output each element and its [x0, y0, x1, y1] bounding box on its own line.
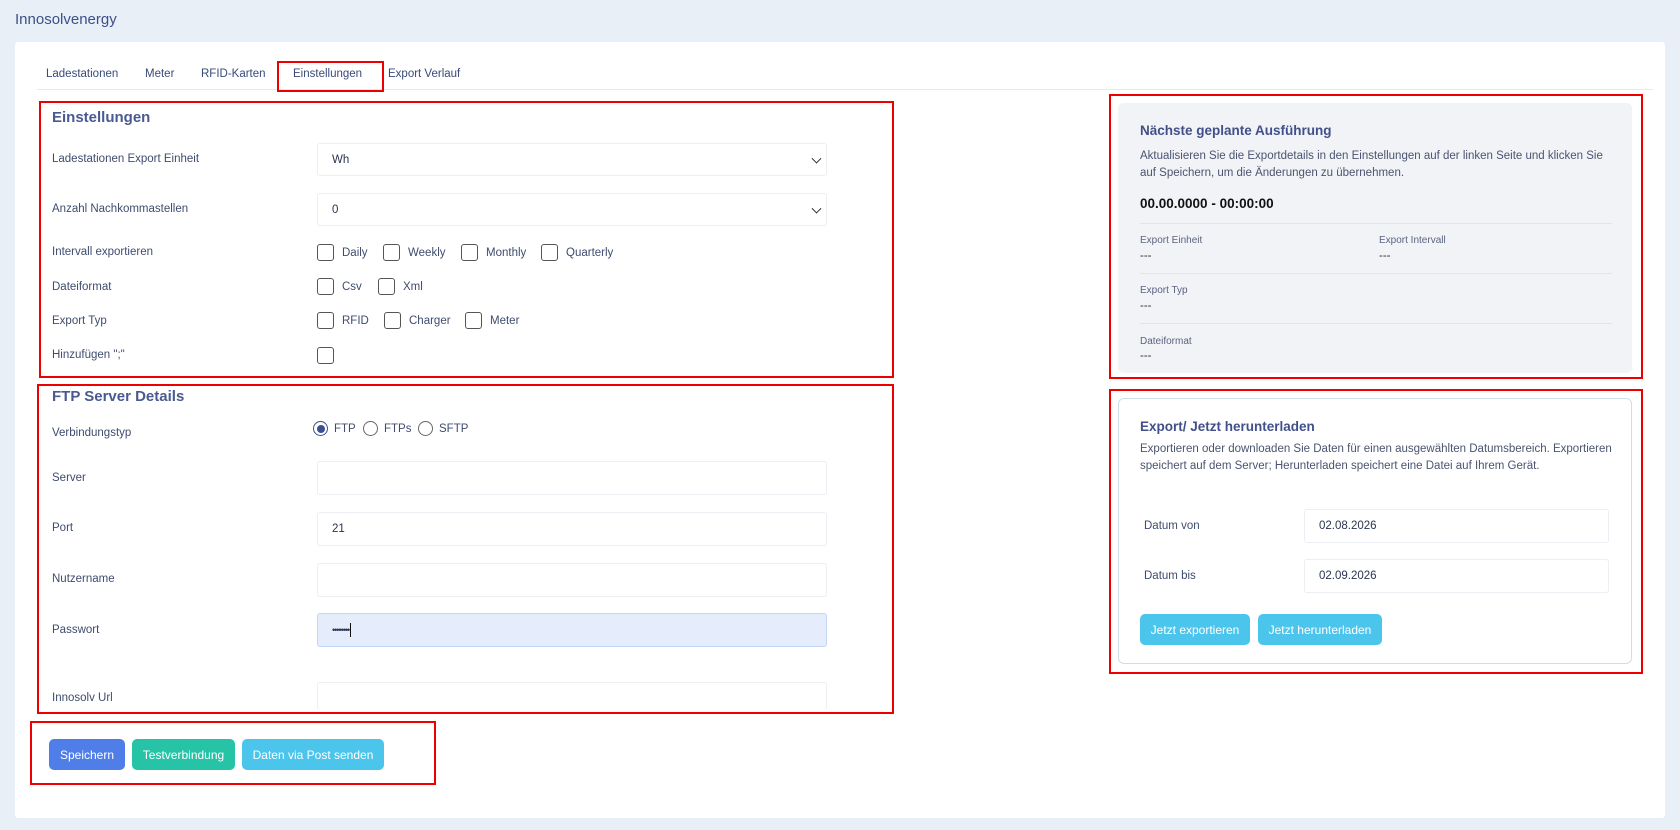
file-format-info-value: ---	[1140, 350, 1152, 362]
next-run-title: Nächste geplante Ausführung	[1140, 123, 1332, 138]
tab-ladestationen[interactable]: Ladestationen	[46, 58, 118, 90]
export-now-text: Exportieren oder downloaden Sie Daten fü…	[1140, 443, 1612, 472]
innosolv-url-label: Innosolv Url	[52, 692, 113, 704]
interval-weekly-option[interactable]: Weekly	[383, 244, 446, 261]
ftp-title: FTP Server Details	[52, 388, 185, 405]
export-type-info-label: Export Typ	[1140, 285, 1188, 296]
export-interval-info-label: Export Intervall	[1379, 235, 1446, 246]
export-unit-info-label: Export Einheit	[1140, 235, 1203, 246]
checkbox[interactable]	[317, 312, 334, 329]
checkbox[interactable]	[317, 278, 334, 295]
test-connection-button[interactable]: Testverbindung	[132, 739, 235, 770]
text-cursor	[350, 623, 352, 637]
interval-label: Intervall exportieren	[52, 246, 153, 258]
download-now-button[interactable]: Jetzt herunterladen	[1258, 614, 1382, 645]
send-via-post-button[interactable]: Daten via Post senden	[242, 739, 384, 770]
option-label: Weekly	[408, 246, 446, 259]
checkbox[interactable]	[461, 244, 478, 261]
date-from-input[interactable]: 02.08.2026	[1304, 509, 1609, 543]
username-input[interactable]	[317, 563, 827, 597]
tab-rfid-karten[interactable]: RFID-Karten	[201, 58, 266, 90]
interval-monthly-option[interactable]: Monthly	[461, 244, 526, 261]
divider	[1140, 323, 1612, 324]
connection-type-label: Verbindungstyp	[52, 427, 132, 439]
file-format-info-label: Dateiformat	[1140, 336, 1192, 347]
chevron-down-icon	[811, 153, 822, 164]
app-title: Innosolvenergy	[15, 11, 117, 28]
checkbox[interactable]	[383, 244, 400, 261]
radio-sftp-option[interactable]: SFTP	[418, 421, 468, 436]
checkbox[interactable]	[465, 312, 482, 329]
checkbox[interactable]	[317, 244, 334, 261]
radio-ftp-option[interactable]: FTP	[313, 421, 356, 436]
export-type-info-value: ---	[1140, 300, 1152, 312]
checkbox[interactable]	[317, 347, 334, 364]
decimals-value: 0	[332, 203, 339, 216]
file-format-label: Dateiformat	[52, 281, 112, 293]
divider	[1140, 273, 1612, 274]
export-now-button[interactable]: Jetzt exportieren	[1140, 614, 1250, 645]
option-label: Xml	[403, 280, 423, 293]
option-label: Charger	[409, 314, 451, 327]
chevron-down-icon	[811, 203, 822, 214]
option-label: FTPs	[384, 422, 412, 435]
semicolon-label: Hinzufügen ";"	[52, 349, 125, 361]
tab-bar: Ladestationen Meter RFID-Karten Einstell…	[37, 58, 1653, 90]
tab-meter[interactable]: Meter	[145, 58, 174, 90]
password-input[interactable]: ••••••••	[317, 613, 827, 647]
semicolon-option[interactable]	[317, 347, 334, 364]
option-label: RFID	[342, 314, 369, 327]
password-value: ••••••••	[332, 625, 350, 635]
export-type-label: Export Typ	[52, 315, 107, 327]
username-label: Nutzername	[52, 573, 115, 585]
decimals-label: Anzahl Nachkommastellen	[52, 203, 189, 215]
settings-title: Einstellungen	[52, 109, 151, 126]
date-to-label: Datum bis	[1144, 570, 1196, 582]
server-input[interactable]	[317, 461, 827, 495]
option-label: Monthly	[486, 246, 527, 259]
format-xml-option[interactable]: Xml	[378, 278, 423, 295]
save-button[interactable]: Speichern	[49, 739, 125, 770]
option-label: Meter	[490, 314, 520, 327]
export-unit-value: Wh	[332, 153, 350, 166]
option-label: SFTP	[439, 422, 469, 435]
next-run-text: Aktualisieren Sie die Exportdetails in d…	[1140, 150, 1603, 179]
date-from-label: Datum von	[1144, 520, 1200, 532]
port-label: Port	[52, 522, 74, 534]
option-label: Quarterly	[566, 246, 614, 259]
checkbox[interactable]	[541, 244, 558, 261]
radio-button[interactable]	[363, 421, 378, 436]
tab-einstellungen[interactable]: Einstellungen	[293, 58, 362, 90]
option-label: Csv	[342, 280, 362, 293]
radio-ftps-option[interactable]: FTPs	[363, 421, 411, 436]
format-csv-option[interactable]: Csv	[317, 278, 362, 295]
tab-export-verlauf[interactable]: Export Verlauf	[388, 58, 460, 90]
export-unit-select[interactable]: Wh	[317, 143, 827, 176]
password-label: Passwort	[52, 624, 100, 636]
interval-quarterly-option[interactable]: Quarterly	[541, 244, 613, 261]
type-rfid-option[interactable]: RFID	[317, 312, 369, 329]
server-label: Server	[52, 472, 86, 484]
option-label: FTP	[334, 422, 356, 435]
radio-button[interactable]	[418, 421, 433, 436]
innosolv-url-input[interactable]	[317, 682, 827, 710]
radio-button[interactable]	[313, 421, 328, 436]
checkbox[interactable]	[378, 278, 395, 295]
export-unit-label: Ladestationen Export Einheit	[52, 153, 200, 165]
export-interval-info-value: ---	[1379, 250, 1391, 262]
type-meter-option[interactable]: Meter	[465, 312, 519, 329]
port-input[interactable]: 21	[317, 512, 827, 546]
option-label: Daily	[342, 246, 368, 259]
date-to-input[interactable]: 02.09.2026	[1304, 559, 1609, 593]
decimals-select[interactable]: 0	[317, 193, 827, 226]
divider	[1140, 223, 1612, 224]
next-run-datetime: 00.00.0000 - 00:00:00	[1140, 196, 1274, 211]
export-unit-info-value: ---	[1140, 250, 1152, 262]
checkbox[interactable]	[384, 312, 401, 329]
interval-daily-option[interactable]: Daily	[317, 244, 368, 261]
export-now-title: Export/ Jetzt herunterladen	[1140, 419, 1315, 434]
type-charger-option[interactable]: Charger	[384, 312, 451, 329]
